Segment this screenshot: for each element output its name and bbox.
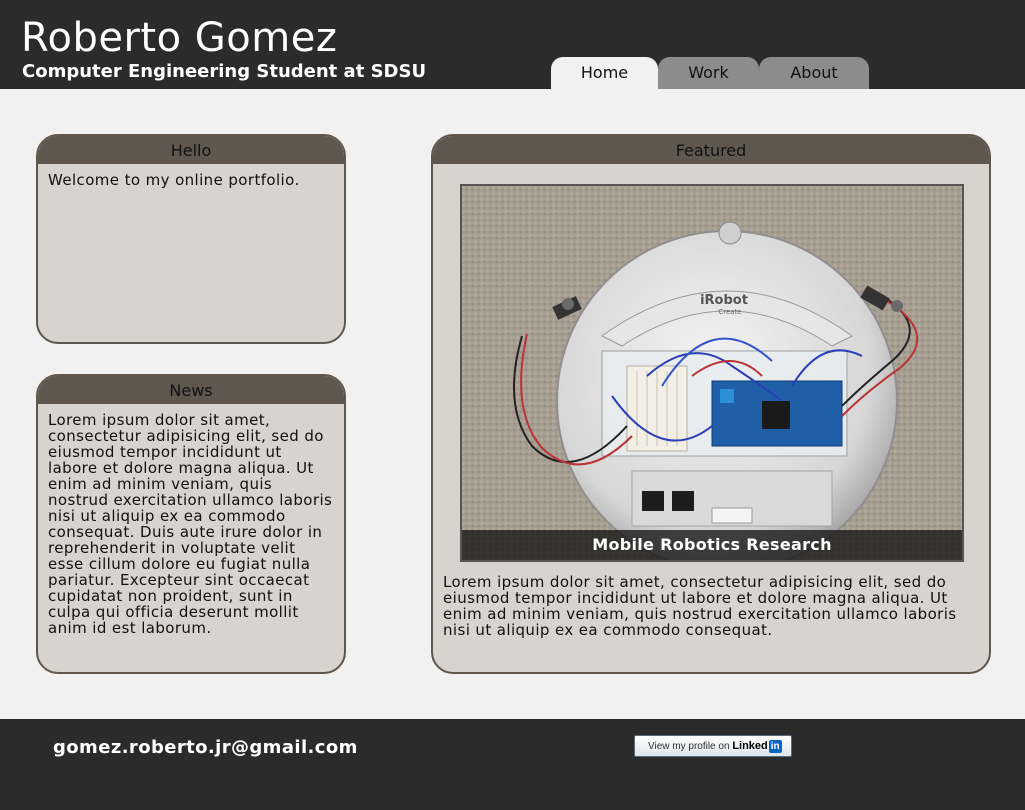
microcontroller-chip: [762, 401, 790, 429]
linkedin-in-icon: in: [768, 740, 782, 753]
featured-caption: Mobile Robotics Research: [462, 530, 962, 560]
robot-logo: iRobot: [700, 293, 748, 308]
news-heading: News: [38, 376, 344, 404]
site-title: Roberto Gomez: [21, 15, 338, 61]
robot-button: [718, 221, 742, 245]
linkedin-wordmark: Linked: [732, 740, 768, 752]
site-header: Roberto Gomez Computer Engineering Stude…: [0, 0, 1025, 89]
linkedin-prefix: View my profile on: [648, 741, 730, 752]
featured-image[interactable]: iRobot Create Mobile Robotics Research: [460, 184, 964, 562]
board-component: [720, 389, 734, 403]
featured-heading: Featured: [433, 136, 989, 164]
hello-heading: Hello: [38, 136, 344, 164]
tab-about[interactable]: About: [759, 57, 869, 89]
featured-text: Lorem ipsum dolor sit amet, consectetur …: [443, 573, 957, 639]
tab-work[interactable]: Work: [658, 57, 759, 89]
robot-logo-sub: Create: [718, 308, 741, 316]
hello-panel: Hello Welcome to my online portfolio.: [36, 134, 346, 344]
site-footer: gomez.roberto.jr@gmail.com View my profi…: [0, 719, 1025, 810]
site-subtitle: Computer Engineering Student at SDSU: [22, 61, 427, 82]
linkedin-profile-button[interactable]: View my profile on Linked in: [634, 735, 792, 757]
news-text: Lorem ipsum dolor sit amet, consectetur …: [48, 411, 333, 637]
footer-email-link[interactable]: gomez.roberto.jr@gmail.com: [53, 737, 358, 758]
featured-panel: Featured iRobot Create Mobile Robotics R…: [431, 134, 991, 674]
tab-home[interactable]: Home: [551, 57, 658, 89]
hello-text: Welcome to my online portfolio.: [48, 171, 300, 189]
news-panel: News Lorem ipsum dolor sit amet, consect…: [36, 374, 346, 674]
robot-photo: iRobot Create: [462, 186, 962, 560]
